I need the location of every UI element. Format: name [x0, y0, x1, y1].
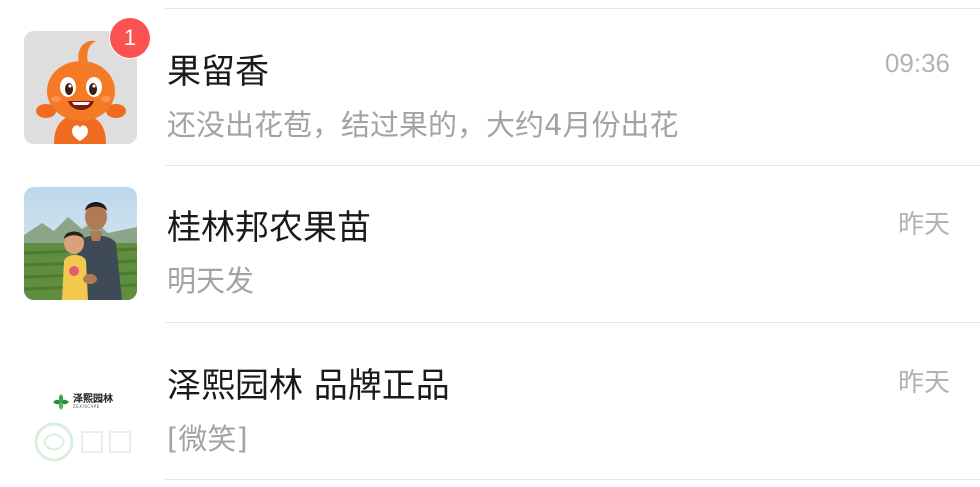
avatar-photo[interactable] [24, 187, 137, 300]
zexi-logo: 泽熙园林 ZEXISCAPE [52, 393, 113, 411]
chat-item-guilin-bangnong[interactable]: 桂林邦农果苗 明天发 昨天 [0, 166, 980, 322]
watermark-icon [34, 422, 131, 462]
leaf-logo-icon [53, 394, 69, 410]
chat-time: 09:36 [884, 48, 950, 78]
chat-list: 1 果留香 还没出花苞，结过果的，大约4月份出花 09:36 桂林邦农果苗 明天… [0, 0, 980, 487]
chat-preview: 明天发 [167, 264, 255, 298]
chat-item-guoliuxiang[interactable]: 1 果留香 还没出花苞，结过果的，大约4月份出花 09:36 [0, 9, 980, 165]
avatar-wrap[interactable]: 1 [24, 18, 150, 144]
divider [165, 479, 980, 480]
chat-time: 昨天 [897, 367, 950, 397]
chat-name: 桂林邦农果苗 [167, 208, 371, 248]
person-photo-icon [24, 187, 137, 300]
chat-time: 昨天 [897, 209, 950, 239]
unread-badge: 1 [110, 18, 150, 58]
chat-preview: 还没出花苞，结过果的，大约4月份出花 [167, 108, 679, 142]
logo-subtext: ZEXISCAPE [73, 404, 100, 409]
avatar-wrap[interactable] [24, 187, 137, 300]
chat-name: 果留香 [167, 52, 269, 92]
chat-name: 泽熙园林 品牌正品 [167, 366, 450, 406]
